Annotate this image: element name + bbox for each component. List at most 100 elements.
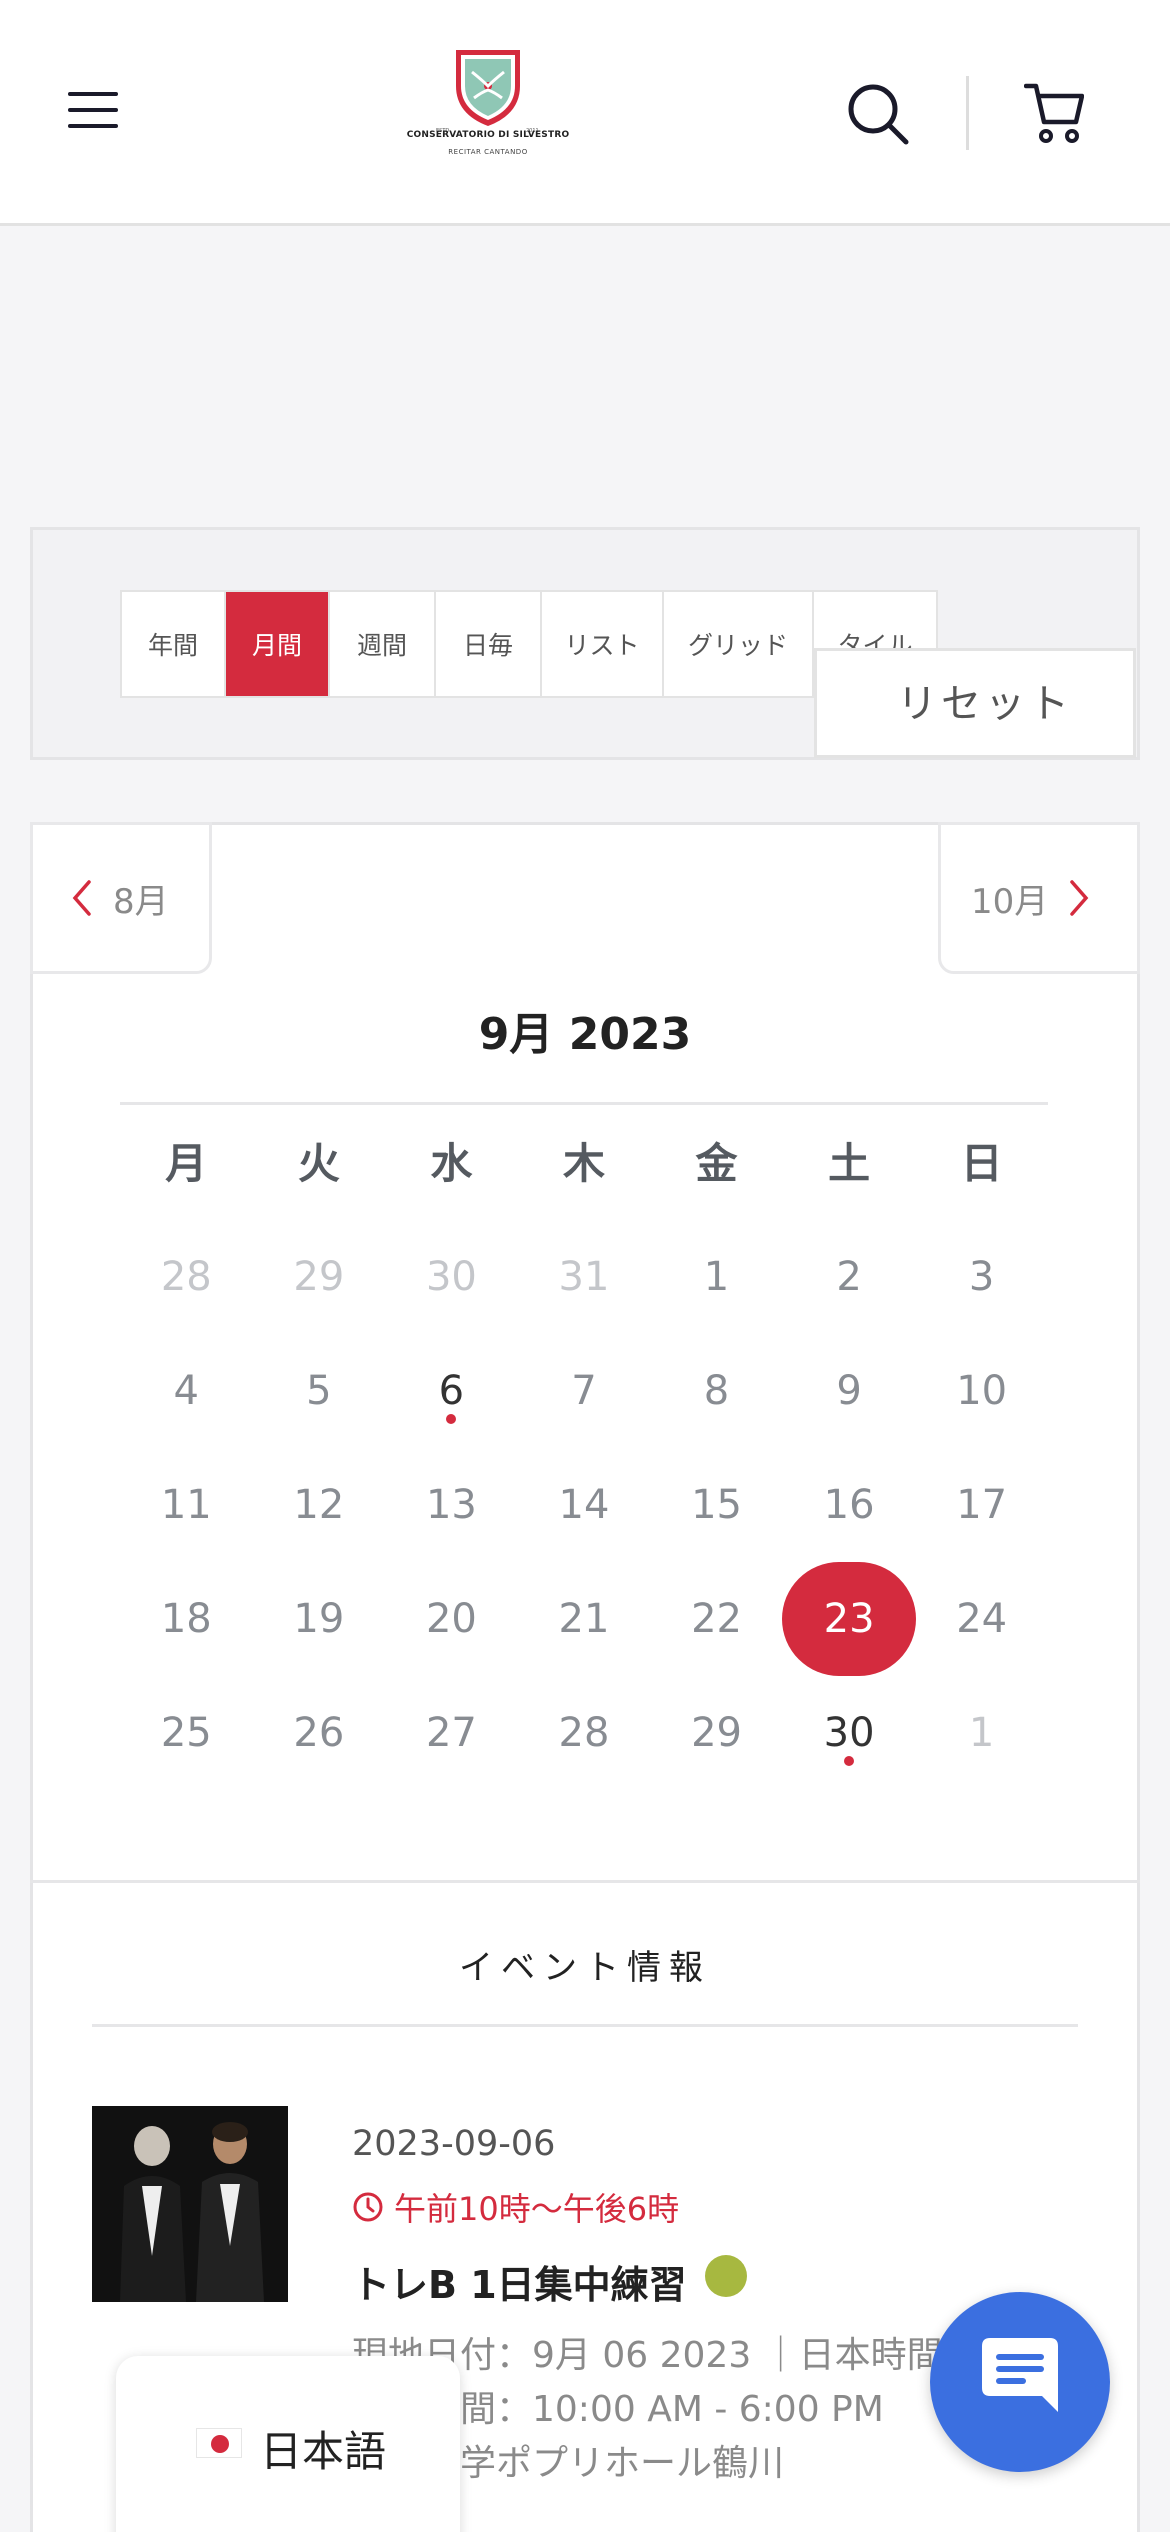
calendar-day[interactable]: 7 <box>518 1334 651 1448</box>
day-number: 5 <box>306 1368 332 1414</box>
cart-icon[interactable] <box>1024 80 1084 146</box>
day-number: 31 <box>558 1254 610 1300</box>
next-month-label: 10月 <box>971 881 1049 922</box>
calendar-day[interactable]: 26 <box>253 1676 386 1790</box>
day-number: 28 <box>160 1254 212 1300</box>
day-number: 9 <box>836 1368 862 1414</box>
tab-yearly[interactable]: 年間 <box>122 592 226 696</box>
calendar-day[interactable]: 6 <box>385 1334 518 1448</box>
calendar-day[interactable]: 15 <box>650 1448 783 1562</box>
day-number: 13 <box>425 1482 477 1528</box>
header-divider <box>966 76 969 150</box>
language-switcher[interactable]: 日本語 <box>116 2356 460 2532</box>
events-section-divider <box>30 1880 1140 1883</box>
calendar-day[interactable]: 25 <box>120 1676 253 1790</box>
event-thumbnail[interactable] <box>92 2106 288 2302</box>
tab-grid[interactable]: グリッド <box>664 592 814 696</box>
calendar-day[interactable]: 24 <box>915 1562 1048 1676</box>
calendar-day[interactable]: 2 <box>783 1220 916 1334</box>
calendar-day[interactable]: 21 <box>518 1562 651 1676</box>
event-dot <box>446 1414 457 1424</box>
day-number: 29 <box>691 1710 742 1756</box>
events-heading: イベント情報 <box>459 1948 711 1988</box>
day-number: 1 <box>703 1254 730 1300</box>
day-number: 7 <box>571 1368 597 1414</box>
calendar-day-today[interactable]: 23 <box>782 1562 917 1676</box>
calendar-day[interactable]: 31 <box>518 1220 651 1334</box>
weekday-label: 水 <box>430 1139 473 1188</box>
calendar-week: 18 19 20 21 22 23 24 <box>120 1562 1048 1676</box>
calendar-day[interactable]: 18 <box>120 1562 253 1676</box>
day-number: 30 <box>823 1710 875 1756</box>
chat-button[interactable] <box>930 2292 1110 2472</box>
calendar-week: 28 29 30 31 1 2 3 <box>120 1220 1048 1334</box>
calendar-day[interactable]: 29 <box>253 1220 386 1334</box>
next-month-button[interactable]: 10月 <box>938 822 1140 974</box>
day-number: 26 <box>293 1710 345 1756</box>
weekday-label: 月 <box>165 1139 208 1188</box>
event-time: 午前10時〜午後6時 <box>352 2184 679 2230</box>
calendar-day[interactable]: 20 <box>385 1562 518 1676</box>
day-number: 29 <box>293 1254 345 1300</box>
calendar-day[interactable]: 9 <box>783 1334 916 1448</box>
reset-button[interactable]: リセット <box>814 648 1136 758</box>
weekday-header: 月 火 水 木 金 土 日 <box>120 1130 1048 1191</box>
japan-flag-icon <box>196 2428 242 2458</box>
tab-monthly[interactable]: 月間 <box>226 592 330 696</box>
day-number: 2 <box>836 1254 862 1300</box>
events-heading-divider <box>92 2024 1078 2027</box>
calendar-day[interactable]: 16 <box>783 1448 916 1562</box>
day-number: 16 <box>823 1482 875 1528</box>
prev-month-button[interactable]: 8月 <box>30 822 212 974</box>
calendar-day[interactable]: 13 <box>385 1448 518 1562</box>
calendar-day[interactable]: 19 <box>253 1562 386 1676</box>
calendar-day[interactable]: 1 <box>915 1676 1048 1790</box>
month-title: 9月 2023 <box>478 1009 692 1060</box>
day-number: 21 <box>558 1596 610 1642</box>
calendar-day[interactable]: 10 <box>915 1334 1048 1448</box>
day-number: 3 <box>968 1254 995 1300</box>
day-number: 18 <box>160 1596 212 1642</box>
day-number: 25 <box>160 1710 212 1756</box>
calendar-day[interactable]: 27 <box>385 1676 518 1790</box>
category-dot <box>704 2254 747 2297</box>
event-photo <box>92 2106 288 2302</box>
day-number: 11 <box>160 1482 212 1528</box>
calendar-day[interactable]: 4 <box>120 1334 253 1448</box>
day-number: 24 <box>956 1596 1008 1642</box>
weekday-label: 火 <box>297 1139 340 1188</box>
day-number: 19 <box>293 1596 345 1642</box>
calendar-week: 25 26 27 28 29 30 1 <box>120 1676 1048 1790</box>
calendar-day[interactable]: 8 <box>650 1334 783 1448</box>
event-title[interactable]: トレB 1日集中練習 <box>352 2254 747 2309</box>
reset-label: リセット <box>897 681 1073 727</box>
weekday-label: 木 <box>562 1139 605 1188</box>
calendar-day[interactable]: 12 <box>253 1448 386 1562</box>
calendar-day[interactable]: 5 <box>253 1334 386 1448</box>
calendar-day[interactable]: 22 <box>650 1562 783 1676</box>
language-label: 日本語 <box>260 2427 387 2476</box>
prev-month-label: 8月 <box>113 881 169 922</box>
calendar-day[interactable]: 17 <box>915 1448 1048 1562</box>
calendar-day[interactable]: 30 <box>385 1220 518 1334</box>
clock-icon <box>353 2192 383 2222</box>
calendar-day[interactable]: 30 <box>783 1676 916 1790</box>
chat-icon <box>982 2338 1058 2412</box>
site-logo[interactable]: ESTD 2011 CONSERVATORIO DI SILVESTRO REC… <box>400 46 576 182</box>
search-icon[interactable] <box>846 82 910 146</box>
day-number: 20 <box>425 1596 477 1642</box>
calendar-day[interactable]: 14 <box>518 1448 651 1562</box>
calendar-day[interactable]: 29 <box>650 1676 783 1790</box>
calendar-day[interactable]: 28 <box>518 1676 651 1790</box>
calendar-day[interactable]: 3 <box>915 1220 1048 1334</box>
logo-subtitle: RECITAR CANTANDO <box>448 148 528 156</box>
day-number: 10 <box>956 1368 1008 1414</box>
tab-daily[interactable]: 日毎 <box>436 592 542 696</box>
day-number: 30 <box>425 1254 477 1300</box>
tab-list[interactable]: リスト <box>542 592 664 696</box>
calendar-day[interactable]: 28 <box>120 1220 253 1334</box>
menu-icon[interactable] <box>68 92 122 132</box>
calendar-day[interactable]: 11 <box>120 1448 253 1562</box>
calendar-day[interactable]: 1 <box>650 1220 783 1334</box>
tab-weekly[interactable]: 週間 <box>330 592 436 696</box>
